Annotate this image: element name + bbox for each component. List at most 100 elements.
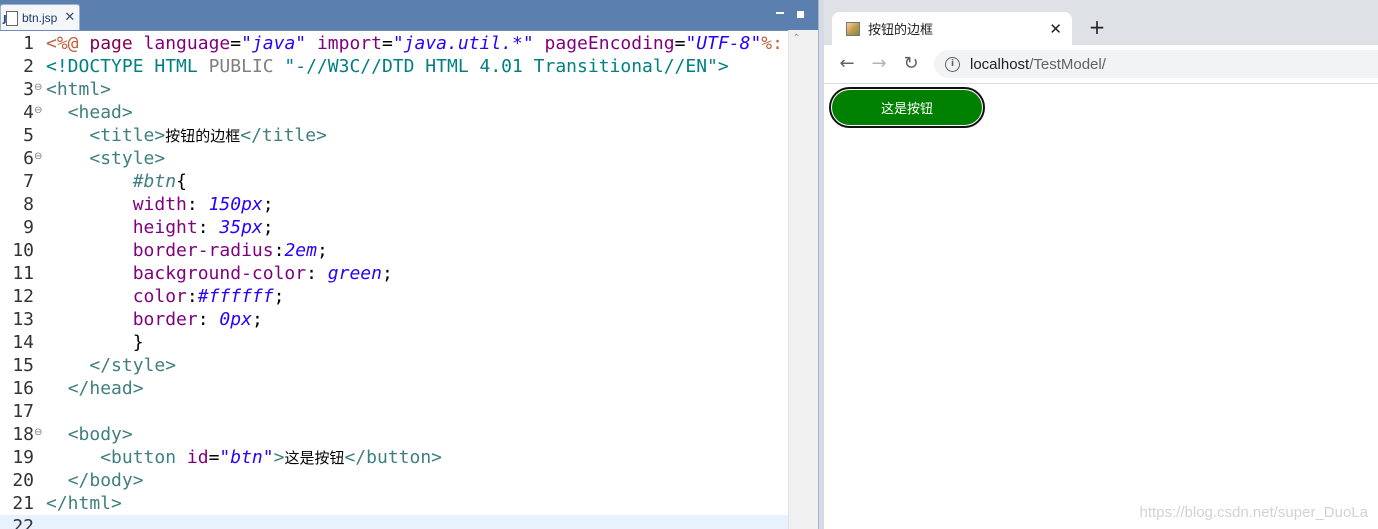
code-text: width: 150px; xyxy=(46,193,274,216)
code-text: background-color: green; xyxy=(46,262,393,285)
code-line[interactable]: 20 </body> xyxy=(0,469,788,492)
reload-icon[interactable]: ↻ xyxy=(898,51,924,77)
line-number: 19 xyxy=(12,447,34,468)
code-line[interactable]: 17 xyxy=(0,400,788,423)
line-number: 14 xyxy=(12,332,34,353)
code-text: <style> xyxy=(46,147,165,170)
line-number: 11 xyxy=(12,263,34,284)
fold-toggle-icon[interactable]: ⊖ xyxy=(34,423,42,443)
code-text: } xyxy=(46,331,144,354)
fold-toggle-icon[interactable]: ⊖ xyxy=(34,101,42,121)
code-line[interactable]: 13 border: 0px; xyxy=(0,308,788,331)
code-token: = xyxy=(674,33,686,54)
code-line[interactable]: 15 </style> xyxy=(0,354,788,377)
code-token: %: xyxy=(761,33,783,54)
code-token: #ffffff xyxy=(197,286,274,307)
code-token: language xyxy=(143,33,231,54)
code-line[interactable]: 19 <button id="btn">这是按钮</button> xyxy=(0,446,788,469)
code-token: = xyxy=(230,33,242,54)
line-number: 1 xyxy=(23,33,34,54)
code-line[interactable]: 6 ⊖ <style> xyxy=(0,147,788,170)
new-tab-button[interactable]: + xyxy=(1086,16,1108,38)
code-token: 2em xyxy=(284,240,317,261)
line-number: 2 xyxy=(23,56,34,77)
code-line[interactable]: 4 ⊖ <head> xyxy=(0,101,788,124)
code-token: } xyxy=(46,332,144,353)
browser-tab-strip: 按钮的边框 ✕ + xyxy=(824,0,1378,45)
code-line[interactable]: 18 ⊖ <body> xyxy=(0,423,788,446)
url-host: localhost xyxy=(970,55,1030,73)
close-icon[interactable]: ✕ xyxy=(64,10,75,25)
code-line[interactable]: 1 <%@ page language="java" import="java.u… xyxy=(0,32,788,55)
code-token: border-radius xyxy=(132,240,274,261)
browser-tab[interactable]: 按钮的边框 ✕ xyxy=(832,12,1072,45)
code-token: <style> xyxy=(89,148,166,169)
fold-toggle-icon[interactable]: ⊖ xyxy=(34,78,42,98)
line-number: 15 xyxy=(12,355,34,376)
code-text: </html> xyxy=(46,492,122,515)
forward-arrow-icon[interactable]: → xyxy=(866,51,892,77)
code-line[interactable]: 12 color:#ffffff; xyxy=(0,285,788,308)
line-number: 10 xyxy=(12,240,34,261)
line-number: 9 xyxy=(23,217,34,238)
code-line[interactable]: 16 </head> xyxy=(0,377,788,400)
line-number: 3 xyxy=(23,79,34,100)
rendered-green-button[interactable]: 这是按钮 xyxy=(829,87,985,128)
code-line[interactable]: 14 } xyxy=(0,331,788,354)
address-bar[interactable]: i localhost/TestModel/ xyxy=(934,50,1378,78)
code-token: </body> xyxy=(67,470,144,491)
code-text: </style> xyxy=(46,354,176,377)
page-viewport: 这是按钮 https://blog.csdn.net/super_DuoLa xyxy=(824,84,1378,529)
browser-window: 按钮的边框 ✕ + ← → ↻ i localhost/TestModel/ 这… xyxy=(824,0,1378,529)
scroll-up-icon[interactable]: ⌃ xyxy=(789,30,804,48)
editor-tab-label: btn.jsp xyxy=(22,10,58,25)
code-line[interactable]: 8 width: 150px; xyxy=(0,193,788,216)
maximize-icon[interactable] xyxy=(797,11,804,18)
code-text: </head> xyxy=(46,377,144,400)
code-line[interactable]: 5 <title>按钮的边框</title> xyxy=(0,124,788,147)
code-token: <!DOCTYPE HTML xyxy=(46,56,209,77)
jsp-file-icon: J xyxy=(3,10,18,26)
code-line[interactable]: 22 xyxy=(0,515,788,529)
code-line[interactable]: 2 <!DOCTYPE HTML PUBLIC "-//W3C//DTD HTML… xyxy=(0,55,788,78)
code-token: </html> xyxy=(46,493,122,514)
code-area[interactable]: 1 <%@ page language="java" import="java.u… xyxy=(0,30,788,529)
vertical-scrollbar[interactable]: ⌃ xyxy=(788,30,822,529)
code-token: pageEncoding xyxy=(544,33,675,54)
editor-tab-btn-jsp[interactable]: J btn.jsp ✕ xyxy=(0,4,80,30)
editor-tab-bar: J btn.jsp ✕ xyxy=(0,0,822,31)
code-line[interactable]: 11 background-color: green; xyxy=(0,262,788,285)
code-text: <!DOCTYPE HTML PUBLIC "-//W3C//DTD HTML … xyxy=(46,55,729,78)
code-token: <title> xyxy=(89,125,166,146)
code-text: <body> xyxy=(46,423,133,446)
code-token: page xyxy=(89,33,144,54)
favicon-icon xyxy=(846,21,860,36)
line-number: 8 xyxy=(23,194,34,215)
line-number: 22 xyxy=(12,516,34,529)
minimize-icon[interactable] xyxy=(775,6,785,18)
code-token: : xyxy=(306,263,328,284)
code-token: border xyxy=(132,309,198,330)
code-line[interactable]: 21 </html> xyxy=(0,492,788,515)
back-arrow-icon[interactable]: ← xyxy=(834,51,860,77)
line-number: 18 xyxy=(12,424,34,445)
line-number: 4 xyxy=(23,102,34,123)
code-line[interactable]: 3 ⊖ <html> xyxy=(0,78,788,101)
code-line[interactable]: 7 #btn{ xyxy=(0,170,788,193)
close-tab-icon[interactable]: ✕ xyxy=(1049,20,1062,38)
code-line[interactable]: 9 height: 35px; xyxy=(0,216,788,239)
code-line[interactable]: 10 border-radius:2em; xyxy=(0,239,788,262)
code-token: : xyxy=(197,309,220,330)
code-token: 0px xyxy=(219,309,252,330)
info-icon[interactable]: i xyxy=(945,56,960,72)
fold-toggle-icon[interactable]: ⊖ xyxy=(34,147,42,167)
code-token: id xyxy=(186,447,209,468)
